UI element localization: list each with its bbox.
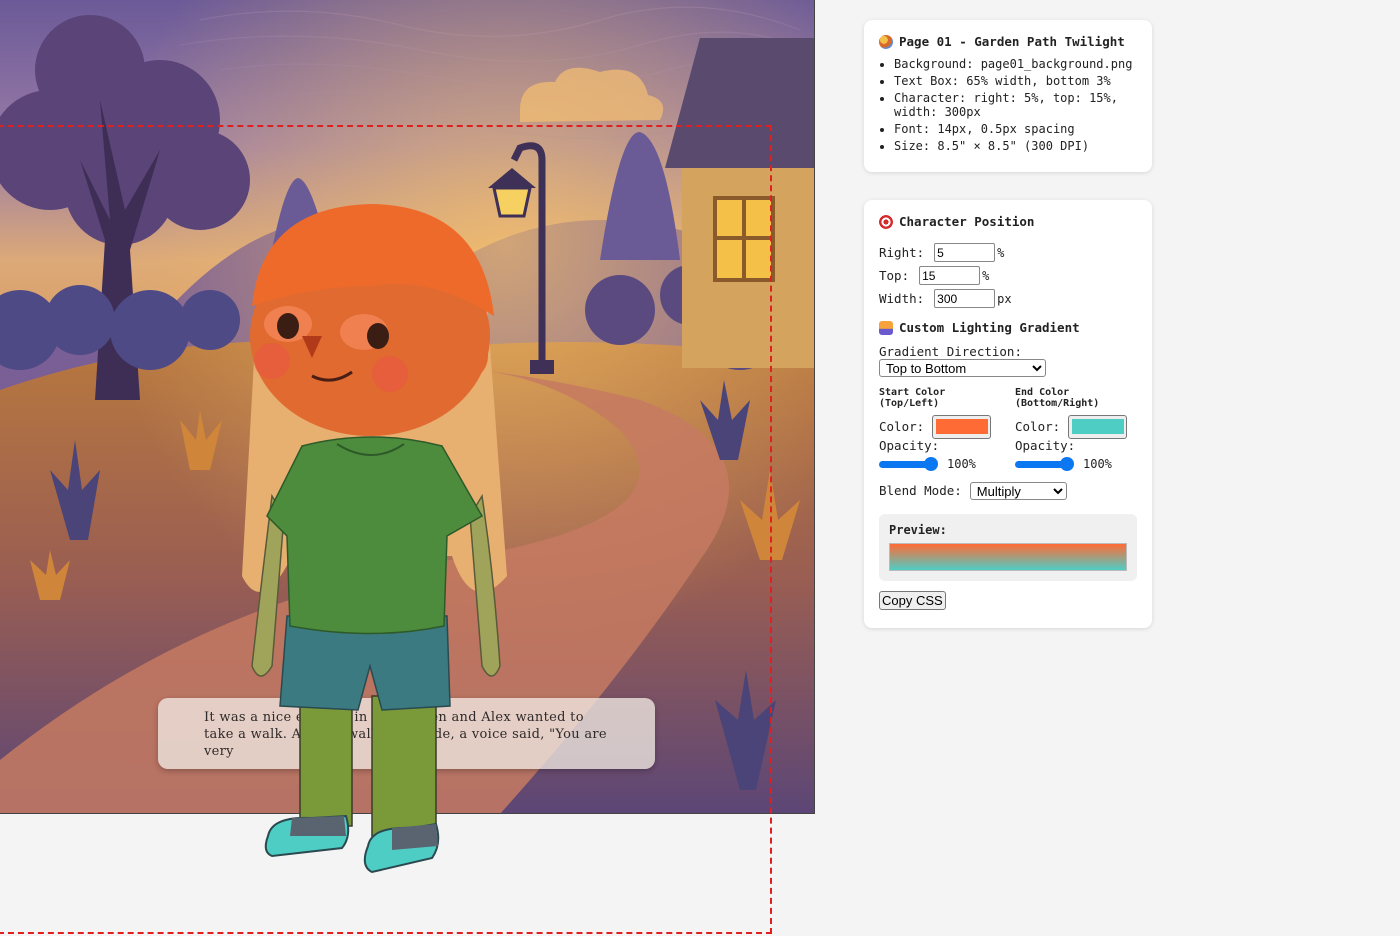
character-position-title: Character Position [899,214,1035,229]
end-opacity-thumb[interactable] [1060,456,1074,471]
top-row: Top: % [879,264,1137,287]
gradient-preview-bar [889,543,1127,571]
gradient-direction-select[interactable]: Top to Bottom [879,359,1046,377]
info-item-character: Character: right: 5%, top: 15%, width: 3… [894,91,1137,119]
start-color-label: Color: [879,419,925,434]
info-item-background: Background: page01_background.png [894,57,1137,71]
end-opacity-slider-row: 100% [1015,456,1127,471]
info-item-text-box: Text Box: 65% width, bottom 3% [894,74,1137,88]
end-color-swatch [1071,419,1124,434]
end-color-row: Color: [1015,414,1127,439]
preview-label: Preview: [889,523,947,537]
right-row: Right: % [879,241,1137,264]
controls-panel: Character Position Right: % Top: % Width… [864,200,1152,628]
palette-icon [879,34,893,49]
right-input[interactable] [934,243,996,262]
end-color-column: End Color (Bottom/Right) Color: Opacity:… [1015,387,1127,471]
top-input[interactable] [919,266,981,285]
top-unit: % [982,268,990,283]
right-label: Right: [879,245,925,260]
start-color-column: Start Color (Top/Left) Color: Opacity: 1… [879,387,991,471]
width-input[interactable] [934,289,996,308]
end-opacity-value: 100% [1083,457,1112,471]
page-info-title: Page 01 - Garden Path Twilight [899,34,1125,49]
lighting-header: Custom Lighting Gradient [879,320,1137,335]
width-row: Width: px [879,287,1137,310]
page-info-header: Page 01 - Garden Path Twilight [879,34,1137,49]
character-illustration [242,204,507,874]
start-color-title: Start Color (Top/Left) [879,387,946,409]
target-icon [879,214,893,229]
start-opacity-thumb[interactable] [924,456,938,471]
blend-mode-row: Blend Mode: Multiply [879,479,1137,502]
gradient-preview-box: Preview: [879,514,1137,581]
end-opacity-slider[interactable] [1015,456,1074,471]
blend-mode-select[interactable]: Multiply [969,481,1067,500]
character-position-header: Character Position [879,214,1137,229]
end-color-label: Color: [1015,419,1061,434]
end-color-picker[interactable] [1068,414,1127,439]
right-unit: % [997,245,1005,260]
start-color-swatch [935,419,988,434]
page-info-panel: Page 01 - Garden Path Twilight Backgroun… [864,20,1152,172]
start-color-row: Color: [879,414,991,439]
page-info-list: Background: page01_background.png Text B… [879,57,1137,153]
sunset-icon [879,320,893,335]
end-opacity-label: Opacity: [1015,438,1076,453]
info-item-font: Font: 14px, 0.5px spacing [894,122,1137,136]
width-label: Width: [879,291,925,306]
lighting-title: Custom Lighting Gradient [899,320,1080,335]
gradient-direction-label: Gradient Direction: [879,344,1022,359]
start-opacity-slider[interactable] [879,456,938,471]
start-opacity-label: Opacity: [879,438,940,453]
start-color-picker[interactable] [932,414,991,439]
copy-css-button[interactable]: Copy CSS [879,591,946,610]
end-color-title: End Color (Bottom/Right) [1015,387,1100,409]
color-columns: Start Color (Top/Left) Color: Opacity: 1… [879,387,1137,471]
top-label: Top: [879,268,910,283]
blend-mode-label: Blend Mode: [879,483,962,498]
info-item-size: Size: 8.5" × 8.5" (300 DPI) [894,139,1137,153]
start-opacity-value: 100% [947,457,976,471]
width-unit: px [997,291,1012,306]
start-opacity-slider-row: 100% [879,456,991,471]
